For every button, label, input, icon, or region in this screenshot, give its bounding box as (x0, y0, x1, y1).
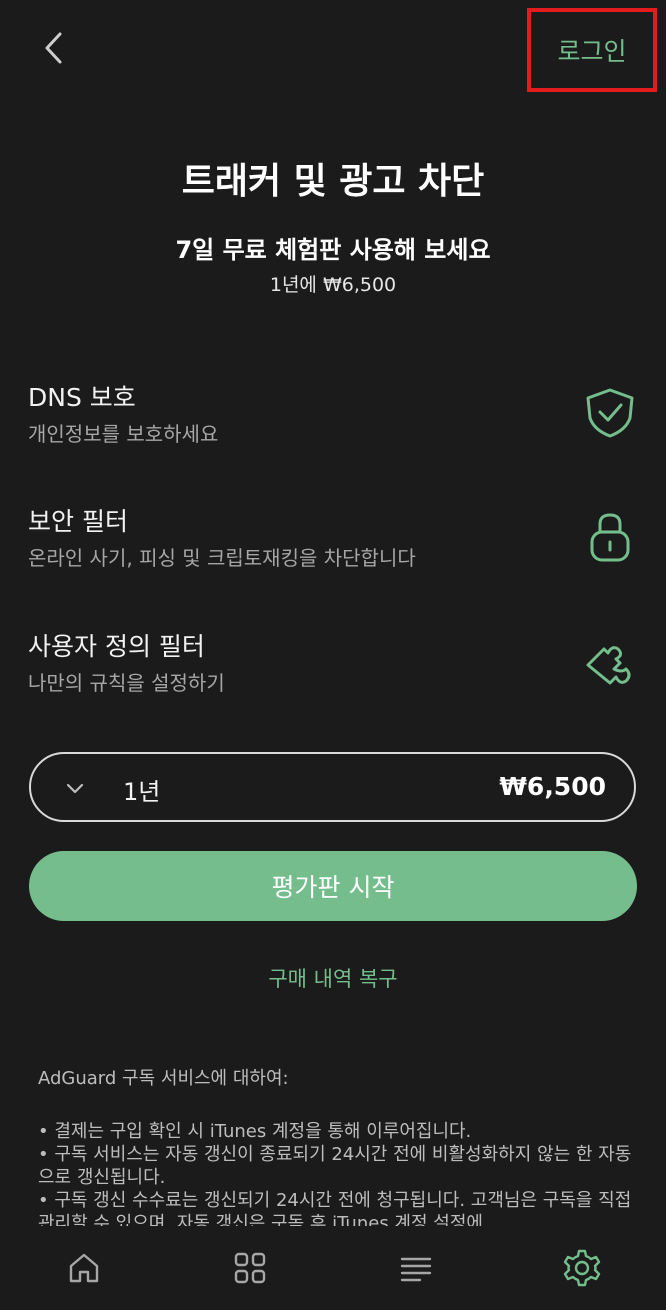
tab-activity[interactable] (394, 1246, 438, 1290)
tab-protection[interactable] (228, 1246, 272, 1290)
feature-description: 나만의 규칙을 설정하기 (28, 671, 225, 695)
plan-period: 1년 (123, 778, 161, 806)
grid-icon (234, 1252, 266, 1284)
puzzle-icon (586, 646, 631, 685)
terms-heading: AdGuard 구독 서비스에 대하여: (38, 1068, 289, 1089)
shield-check-icon (586, 388, 634, 438)
feature-custom-filter: 사용자 정의 필터 나만의 규칙을 설정하기 (28, 627, 638, 707)
terms-item: • 구독 서비스는 자동 갱신이 종료되기 24시간 전에 비활성화하지 않는 … (38, 1144, 632, 1188)
feature-dns-protection: DNS 보호 개인정보를 보호하세요 (28, 378, 638, 458)
tab-settings[interactable] (560, 1246, 604, 1290)
page-title: 트래커 및 광고 차단 (181, 161, 485, 202)
back-button[interactable] (34, 28, 74, 68)
chevron-left-icon (45, 32, 62, 64)
login-button[interactable]: 로그인 (527, 8, 657, 92)
login-label: 로그인 (557, 37, 627, 66)
subscription-terms: AdGuard 구독 서비스에 대하여: • 결제는 구입 확인 시 iTune… (38, 1064, 638, 1226)
tab-home[interactable] (62, 1246, 106, 1290)
start-trial-button[interactable]: 평가판 시작 (29, 851, 637, 921)
feature-description: 온라인 사기, 피싱 및 크립토재킹을 차단합니다 (28, 546, 416, 570)
feature-title: 보안 필터 (28, 507, 128, 536)
feature-title: DNS 보호 (28, 383, 136, 412)
chevron-down-icon (66, 783, 84, 794)
lock-icon (590, 513, 630, 562)
feature-security-filter: 보안 필터 온라인 사기, 피싱 및 크립토재킹을 차단합니다 (28, 502, 638, 582)
plan-selector[interactable]: 1년 ₩6,500 (29, 752, 636, 822)
home-icon (69, 1253, 99, 1283)
terms-item: • 결제는 구입 확인 시 iTunes 계정을 통해 이루어집니다. (38, 1121, 472, 1142)
restore-purchases-link[interactable]: 구매 내역 복구 (0, 963, 666, 993)
start-trial-label: 평가판 시작 (271, 873, 395, 902)
tab-bar (0, 1226, 666, 1310)
list-icon (400, 1257, 432, 1282)
plan-price: ₩6,500 (499, 772, 606, 801)
feature-title: 사용자 정의 필터 (28, 632, 205, 661)
gear-icon (563, 1249, 601, 1287)
trial-headline: 7일 무료 체험판 사용해 보세요 (175, 236, 491, 264)
feature-description: 개인정보를 보호하세요 (28, 422, 219, 446)
terms-item: • 구독 갱신 수수료는 갱신되기 24시간 전에 청구됩니다. 고객님은 구독… (38, 1190, 632, 1226)
trial-price-line: 1년에 ₩6,500 (269, 274, 397, 296)
